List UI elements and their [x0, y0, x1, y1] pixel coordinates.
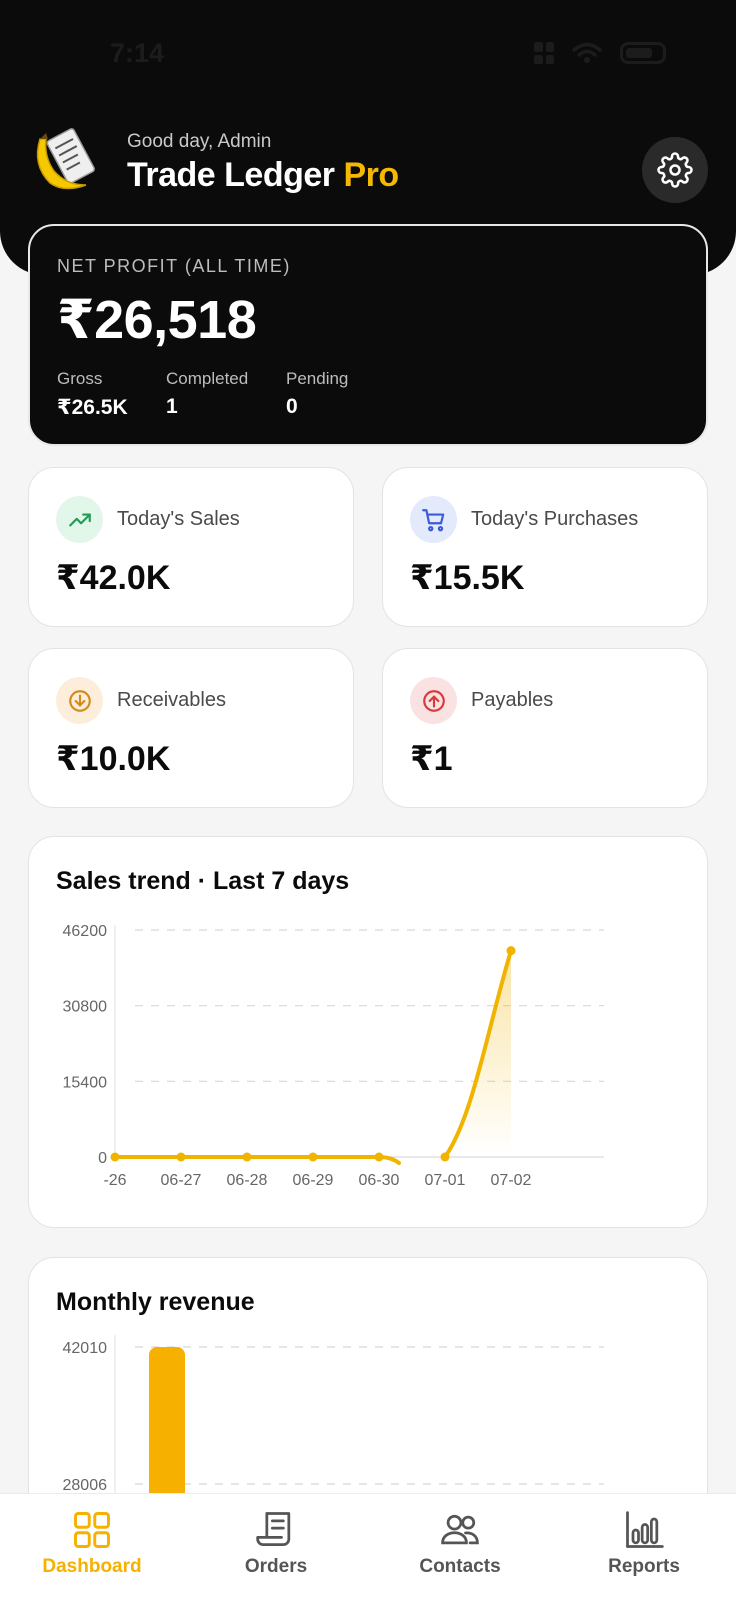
todays-sales-card[interactable]: Today's Sales ₹42.0K	[28, 467, 354, 627]
todays-purchases-card[interactable]: Today's Purchases ₹15.5K	[382, 467, 708, 627]
arrow-up-circle-icon	[410, 677, 457, 724]
gross-stat: Gross ₹26.5K	[57, 369, 128, 420]
gross-label: Gross	[57, 369, 103, 388]
receivables-card[interactable]: Receivables ₹10.0K	[28, 648, 354, 808]
sales-trend-point	[506, 946, 516, 956]
greeting-text: Good day, Admin	[127, 131, 272, 152]
sales-trend-point	[242, 1152, 252, 1162]
todays-sales-value: ₹42.0K	[56, 559, 171, 597]
x-tick-label: 06-28	[227, 1172, 268, 1189]
settings-button[interactable]	[642, 137, 708, 203]
sales-trend-chart: 46200 30800 15400 0 -26 06-27 06-28 06-29 06-30 0…	[63, 923, 604, 1189]
x-tick-label: 07-01	[425, 1172, 466, 1189]
tab-reports[interactable]: Reports	[574, 1508, 714, 1578]
sales-trend-point	[308, 1152, 318, 1162]
todays-purchases-value: ₹15.5K	[410, 559, 525, 597]
tab-dashboard[interactable]: Dashboard	[22, 1508, 162, 1578]
status-icons	[534, 42, 666, 64]
trending-up-icon	[56, 496, 103, 543]
y-tick-label: 0	[98, 1150, 107, 1167]
tab-orders[interactable]: Orders	[206, 1508, 346, 1578]
gear-icon	[657, 152, 693, 188]
app-title-main: Trade Ledger	[127, 156, 335, 194]
receivables-value: ₹10.0K	[56, 740, 171, 778]
cart-icon	[410, 496, 457, 543]
completed-value: 1	[166, 395, 178, 418]
orders-icon	[256, 1512, 291, 1547]
gross-value: ₹26.5K	[57, 396, 128, 419]
logo-icon	[36, 128, 95, 190]
sales-trend-card: Sales trend · Last 7 days 46200 30800 1540…	[28, 836, 708, 1228]
todays-sales-title: Today's Sales	[117, 508, 240, 530]
tab-contacts-label: Contacts	[419, 1556, 501, 1577]
wifi-icon	[572, 42, 602, 63]
y-tick-label: 28006	[63, 1477, 108, 1494]
status-bar: 7:14	[0, 28, 736, 78]
reports-icon	[626, 1511, 664, 1548]
tab-reports-label: Reports	[608, 1556, 680, 1577]
x-tick-label: 06-30	[359, 1172, 400, 1189]
sales-trend-point	[374, 1152, 384, 1162]
completed-stat: Completed 1	[166, 369, 248, 419]
y-tick-label: 42010	[63, 1340, 108, 1357]
pending-value: 0	[286, 395, 298, 418]
payables-card[interactable]: Payables ₹1	[382, 648, 708, 808]
sales-trend-point	[440, 1152, 450, 1162]
sales-trend-line	[113, 948, 513, 1165]
pending-stat: Pending 0	[286, 369, 348, 419]
signal-icon	[534, 42, 554, 64]
pending-label: Pending	[286, 369, 349, 388]
sales-trend-point	[110, 1152, 120, 1162]
net-profit-label: NET PROFIT (ALL TIME)	[57, 256, 291, 276]
payables-value: ₹1	[410, 740, 453, 778]
sales-trend-point	[176, 1152, 186, 1162]
status-time: 7:14	[110, 38, 165, 68]
y-tick-label: 15400	[63, 1074, 108, 1091]
payables-title: Payables	[471, 689, 554, 711]
contacts-icon	[441, 1514, 479, 1545]
completed-label: Completed	[166, 369, 249, 388]
app-title: Trade Ledger Pro	[127, 156, 399, 195]
net-profit-value: ₹26,518	[57, 290, 257, 350]
y-tick-label: 30800	[63, 999, 108, 1016]
tab-contacts[interactable]: Contacts	[390, 1508, 530, 1578]
todays-purchases-title: Today's Purchases	[471, 508, 639, 530]
x-tick-label: 07-02	[491, 1172, 532, 1189]
arrow-down-circle-icon	[56, 677, 103, 724]
bottom-tab-bar: Dashboard Orders Contacts Reports	[0, 1493, 736, 1600]
x-tick-label: 06-27	[161, 1172, 202, 1189]
receivables-title: Receivables	[117, 689, 226, 711]
dashboard-icon	[74, 1512, 110, 1548]
app-title-accent: Pro	[343, 156, 399, 194]
y-tick-label: 46200	[63, 923, 108, 940]
x-tick-label: 06-29	[293, 1172, 334, 1189]
tab-dashboard-label: Dashboard	[42, 1556, 142, 1577]
battery-icon	[620, 42, 666, 64]
net-profit-card[interactable]: NET PROFIT (ALL TIME) ₹26,518 Gross ₹26.…	[28, 224, 708, 446]
x-tick-label: -26	[103, 1172, 126, 1189]
tab-orders-label: Orders	[244, 1556, 308, 1577]
